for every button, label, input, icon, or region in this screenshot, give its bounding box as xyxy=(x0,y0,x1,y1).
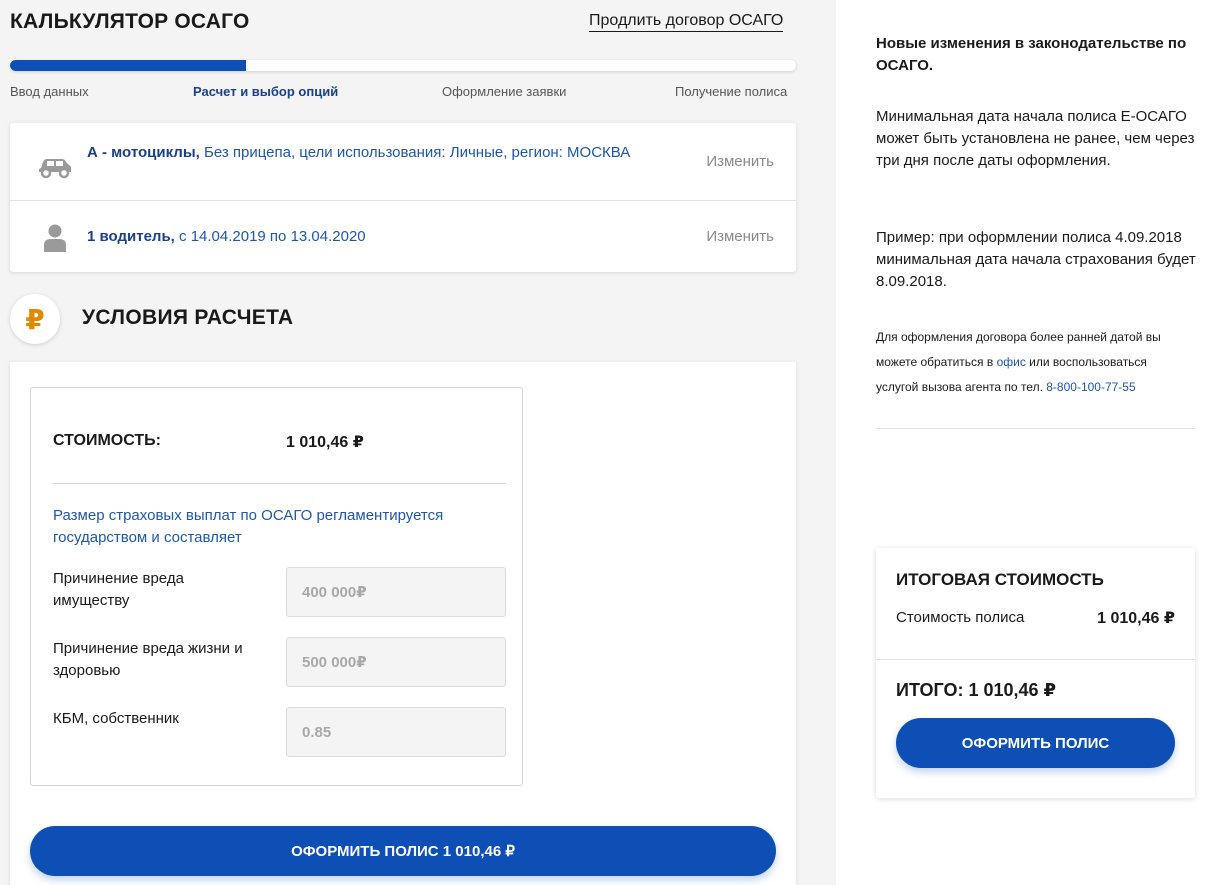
car-icon xyxy=(36,145,74,183)
policy-cost-value: 1 010,46 ₽ xyxy=(1097,610,1175,627)
office-link[interactable]: офис xyxy=(997,355,1026,369)
law-changes-heading: Новые изменения в законодательстве по ОС… xyxy=(876,35,1187,74)
step-get-policy: Получение полиса xyxy=(675,84,788,99)
vehicle-summary-text: А - мотоциклы, Без прицепа, цели использ… xyxy=(87,143,647,163)
progress-bar xyxy=(10,60,796,71)
divider xyxy=(53,483,506,484)
total-card: Итоговая стоимость Стоимость полиса 1 01… xyxy=(876,548,1195,798)
health-damage-label: Причинение вреда жизни и здоровью xyxy=(53,640,243,679)
step-calculation: Расчет и выбор опций xyxy=(193,84,339,99)
vehicle-summary-row: А - мотоциклы, Без прицепа, цели использ… xyxy=(10,123,796,201)
example-info: Пример: при оформлении полиса 4.09.2018 … xyxy=(876,229,1196,290)
main-panel: Калькулятор ОСАГО Продлить договор ОСАГО… xyxy=(0,0,836,885)
drivers-summary-row: 1 водитель, с 14.04.2019 по 13.04.2020 И… xyxy=(10,201,796,272)
renew-policy-link[interactable]: Продлить договор ОСАГО xyxy=(589,12,784,32)
ruble-icon: ₽ xyxy=(10,294,60,344)
min-date-info: Минимальная дата начала полиса Е-ОСАГО м… xyxy=(876,108,1195,169)
sidebar: Новые изменения в законодательстве по ОС… xyxy=(836,0,1217,885)
total-title: Итоговая стоимость xyxy=(896,570,1104,589)
vehicle-details: Без прицепа, цели использования: Личные,… xyxy=(199,144,631,161)
divider xyxy=(876,428,1195,429)
change-drivers-link[interactable]: Изменить xyxy=(706,228,774,245)
property-damage-label: Причинение вреда имуществу xyxy=(53,570,184,609)
kbm-label: КБМ, собственник xyxy=(53,710,179,727)
issue-policy-button[interactable]: Оформить полис 1 010,46 ₽ xyxy=(30,826,776,876)
early-date-info: Для оформления договора более ранней дат… xyxy=(876,325,1186,400)
vehicle-category: А - мотоциклы, xyxy=(87,144,200,161)
payout-note: Размер страховых выплат по ОСАГО регламе… xyxy=(53,507,444,546)
conditions-title: Условия расчета xyxy=(82,306,294,329)
conditions-card: Стоимость: 1 010,46 ₽ Размер страховых в… xyxy=(10,362,796,885)
user-icon xyxy=(36,219,74,257)
sidebar-issue-policy-button[interactable]: Оформить полис xyxy=(896,718,1175,768)
kbm-field: 0.85 xyxy=(286,707,506,757)
drivers-period: с 14.04.2019 по 13.04.2020 xyxy=(174,228,366,245)
change-vehicle-link[interactable]: Изменить xyxy=(706,153,774,170)
grand-total: ИТОГО: 1 010,46 ₽ xyxy=(896,680,1057,700)
step-application: Оформление заявки xyxy=(442,84,567,99)
phone-link[interactable]: 8-800-100-77-55 xyxy=(1046,380,1135,394)
health-damage-field: 500 000₽ xyxy=(286,637,506,687)
page-title: Калькулятор ОСАГО xyxy=(10,10,250,33)
total-breakdown: Итоговая стоимость Стоимость полиса 1 01… xyxy=(876,548,1195,660)
policy-cost-label: Стоимость полиса xyxy=(896,609,1025,626)
cost-label: Стоимость: xyxy=(53,432,162,449)
step-data-entry: Ввод данных xyxy=(10,84,89,99)
progress-bar-fill xyxy=(10,60,246,71)
drivers-summary-text: 1 водитель, с 14.04.2019 по 13.04.2020 xyxy=(87,227,647,247)
ruble-icon-glyph: ₽ xyxy=(25,303,45,335)
drivers-count: 1 водитель, xyxy=(87,228,175,245)
cost-value: 1 010,46 ₽ xyxy=(286,434,364,451)
cost-details-box: Стоимость: 1 010,46 ₽ Размер страховых в… xyxy=(30,387,523,786)
property-damage-field: 400 000₽ xyxy=(286,567,506,617)
summary-card: А - мотоциклы, Без прицепа, цели использ… xyxy=(10,123,796,272)
